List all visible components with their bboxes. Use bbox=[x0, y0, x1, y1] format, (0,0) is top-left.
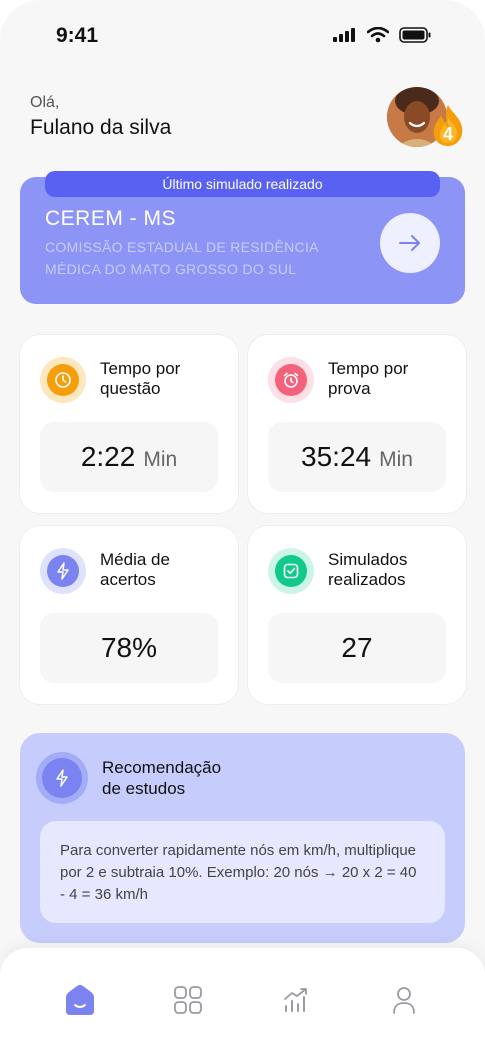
stat-unit: Min bbox=[379, 448, 413, 471]
status-icons bbox=[333, 27, 431, 43]
stat-label: Tempo por questão bbox=[100, 359, 181, 398]
nav-stats[interactable] bbox=[278, 982, 314, 1018]
check-square-icon bbox=[283, 563, 299, 579]
stat-icon-wrap bbox=[268, 357, 314, 403]
grid-icon bbox=[174, 986, 202, 1014]
stat-card-simulations-done: Simulados realizados 27 bbox=[248, 526, 466, 704]
stat-label: Média de acertos bbox=[100, 550, 170, 589]
recommendation-icon-wrap bbox=[36, 752, 88, 804]
stat-card-average-score: Média de acertos 78% bbox=[20, 526, 238, 704]
stat-value-box: 2:22 Min bbox=[40, 422, 218, 492]
recommendation-title: Recomendação de estudos bbox=[102, 758, 222, 798]
open-simulation-button[interactable] bbox=[380, 213, 440, 273]
recommendation-text: Para converter rapidamente nós em km/h, … bbox=[40, 821, 445, 923]
stat-unit: Min bbox=[143, 448, 178, 471]
stat-value: 2:22 bbox=[80, 441, 136, 472]
stat-card-time-per-question: Tempo por questão 2:22 Min bbox=[20, 335, 238, 513]
stat-label: Tempo por prova bbox=[328, 359, 409, 398]
streak-badge: 4 bbox=[430, 105, 466, 147]
last-simulation-title: CEREM - MS bbox=[45, 207, 176, 230]
stat-value-box: 35:24 Min bbox=[268, 422, 446, 492]
wifi-icon bbox=[367, 27, 389, 43]
stat-value-box: 27 bbox=[268, 613, 446, 683]
stat-label: Simulados realizados bbox=[328, 550, 408, 589]
stat-icon-wrap bbox=[268, 548, 314, 594]
signal-icon bbox=[333, 28, 355, 42]
stat-card-time-per-exam: Tempo por prova 35:24 Min bbox=[248, 335, 466, 513]
stat-value: 35:24 bbox=[301, 441, 372, 472]
phone-screen: 9:41 Olá, Fulano da silva 4 Último simul… bbox=[0, 0, 485, 1052]
stat-icon-wrap bbox=[40, 548, 86, 594]
nav-profile[interactable] bbox=[386, 982, 422, 1018]
chart-icon bbox=[284, 988, 307, 1012]
nav-home[interactable] bbox=[62, 982, 98, 1018]
stat-value: 27 bbox=[341, 632, 373, 663]
stat-value-box: 78% bbox=[40, 613, 218, 683]
clock-icon bbox=[55, 372, 71, 388]
bottom-nav bbox=[0, 948, 485, 1052]
stat-icon-wrap bbox=[40, 357, 86, 403]
stat-value: 78% bbox=[100, 632, 158, 663]
streak-count: 4 bbox=[442, 123, 453, 144]
last-simulation-tag: Último simulado realizado bbox=[45, 171, 440, 197]
nav-catalog[interactable] bbox=[170, 982, 206, 1018]
user-name: Fulano da silva bbox=[30, 116, 172, 139]
last-simulation-description: COMISSÃO ESTADUAL DE RESIDÊNCIA MÉDICA D… bbox=[45, 239, 319, 277]
greeting-hello: Olá, bbox=[30, 94, 60, 111]
bolt-icon bbox=[57, 562, 69, 580]
user-icon bbox=[393, 987, 415, 1014]
arrow-right-icon bbox=[399, 235, 420, 251]
status-time: 9:41 bbox=[56, 24, 99, 47]
status-bar: 9:41 bbox=[0, 0, 485, 70]
bolt-icon bbox=[56, 769, 68, 787]
home-icon bbox=[66, 985, 94, 1015]
battery-icon bbox=[399, 27, 431, 43]
alarm-icon bbox=[283, 372, 299, 388]
